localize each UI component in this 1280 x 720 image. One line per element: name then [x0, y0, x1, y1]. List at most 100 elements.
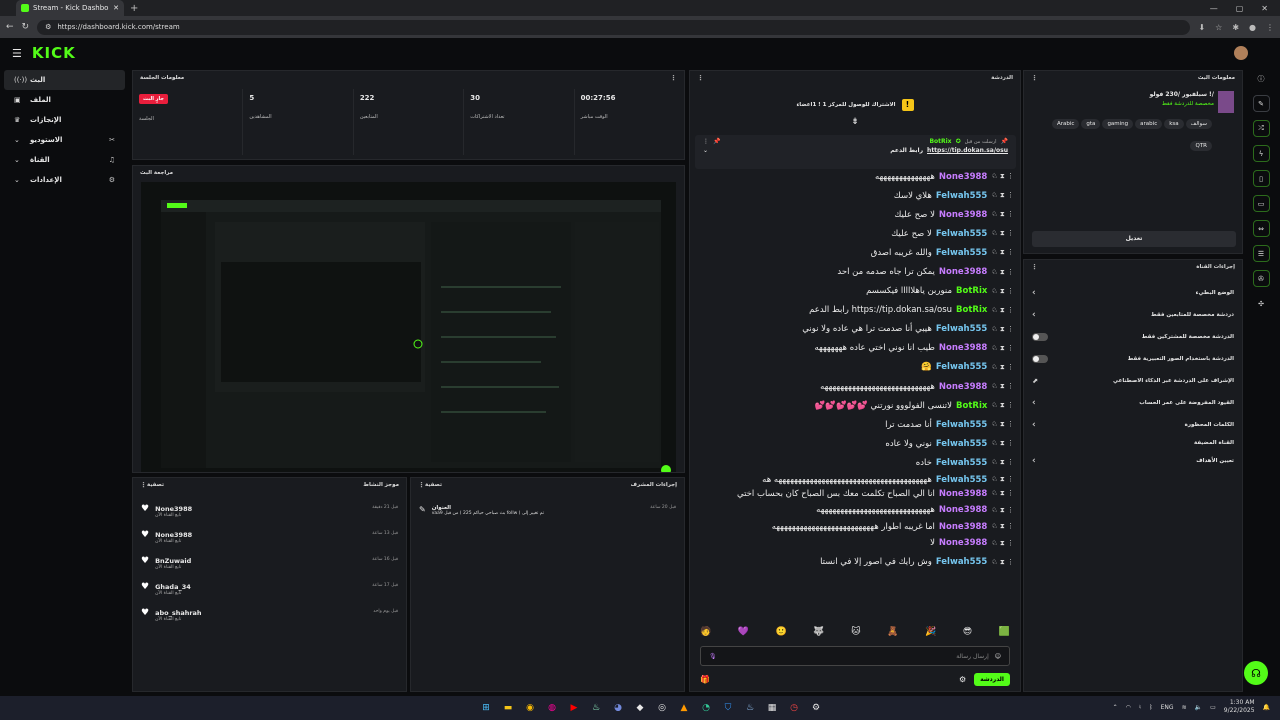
chat-username[interactable]: Felwah555 [936, 229, 988, 239]
windows-start-icon[interactable]: ⊞ [478, 700, 494, 716]
chrome-icon[interactable]: ◉ [522, 700, 538, 716]
chat-input[interactable]: 🎙 إرسال رسالة ☺ [700, 646, 1010, 666]
close-window-icon[interactable]: ✕ [1261, 4, 1268, 13]
chat-username[interactable]: Felwah555 [936, 458, 988, 468]
emote-icon[interactable]: 💜 [738, 627, 749, 641]
app-icon[interactable]: ◷ [786, 700, 802, 716]
steam-icon[interactable]: ♨ [742, 700, 758, 716]
site-info-icon[interactable]: ⚙ [45, 23, 51, 31]
chat-username[interactable]: BotRix [956, 401, 987, 411]
emote-icon[interactable]: 🐺 [813, 627, 824, 641]
more-icon[interactable]: ⋮ [140, 481, 147, 489]
bookmark-icon[interactable]: ☆ [1215, 23, 1222, 32]
emote-icon[interactable]: 😎 [963, 627, 972, 641]
file-explorer-icon[interactable]: ▬ [500, 700, 516, 716]
gear-icon[interactable]: ⚙ [959, 675, 966, 684]
emoji-icon[interactable]: ☺ [995, 653, 1001, 660]
browser-tab[interactable]: Stream - Kick Dashboard ✕ [16, 0, 124, 16]
pinned-link[interactable]: https://tip.dokan.sa/osu [927, 147, 1008, 154]
gear-icon[interactable]: ⚙ [808, 700, 824, 716]
edge-icon[interactable]: ◔ [698, 700, 714, 716]
bluetooth-icon[interactable]: ᛒ [1149, 704, 1153, 711]
wifi-icon[interactable]: ≋ [1182, 704, 1187, 711]
chat-username[interactable]: Felwah555 [936, 248, 988, 258]
mic-icon[interactable]: 🎙 [709, 653, 717, 660]
lang-indicator[interactable]: ENG [1161, 704, 1174, 711]
chat-username[interactable]: Felwah555 [936, 475, 988, 485]
battery-icon[interactable]: ▭ [1210, 704, 1216, 711]
hamburger-icon[interactable]: ☰ [12, 47, 22, 60]
network-icon[interactable]: ◠ [1126, 704, 1131, 711]
chevron-up-icon[interactable]: ⌃ [1113, 704, 1118, 711]
chat-username[interactable]: Felwah555 [936, 439, 988, 449]
back-icon[interactable]: ← [6, 22, 14, 32]
chat-username[interactable]: None3988 [939, 343, 987, 353]
stream-tag[interactable]: ksa [1164, 119, 1184, 129]
volume-icon[interactable]: 🔈 [1195, 704, 1202, 711]
sidebar-item-live[interactable]: ((·)) البث [4, 70, 125, 90]
chat-username[interactable]: None3988 [939, 505, 987, 515]
channel-action-row[interactable]: الدردشة مخصصة للمشتركين فقط [1024, 326, 1242, 348]
chevron-down-icon[interactable]: ⌄ [703, 147, 708, 154]
notification-icon[interactable]: 🔔 [1263, 704, 1270, 711]
shuffle-icon[interactable]: ⤮ [1252, 120, 1270, 137]
chat-username[interactable]: Felwah555 [936, 557, 988, 567]
pin-icon[interactable]: 📌 [713, 138, 720, 145]
app-icon[interactable]: ◍ [544, 700, 560, 716]
emote-icon[interactable]: 🙂 [776, 627, 787, 641]
stream-video[interactable] [141, 182, 676, 472]
more-icon[interactable]: ⋮ [418, 481, 425, 489]
more-icon[interactable]: ⋮ [697, 74, 704, 82]
channel-action-row[interactable]: الوضع البطيء › [1024, 282, 1242, 304]
profile-icon[interactable]: ● [1249, 23, 1256, 32]
chat-username[interactable]: Felwah555 [936, 191, 988, 201]
reload-icon[interactable]: ↻ [22, 22, 30, 32]
extensions-icon[interactable]: ✱ [1232, 23, 1239, 32]
steam-icon[interactable]: ♨ [588, 700, 604, 716]
more-icon[interactable]: ⋮ [703, 138, 709, 145]
emote-icon[interactable]: 🐱 [851, 627, 860, 641]
minimize-icon[interactable]: — [1210, 4, 1218, 13]
kick-logo[interactable]: KICK [32, 44, 76, 62]
edit-stream-button[interactable]: تعديل [1032, 231, 1236, 247]
emote-icon[interactable]: 🧸 [887, 627, 898, 641]
chat-username[interactable]: None3988 [939, 382, 987, 392]
emote-icon[interactable]: 🎉 [925, 627, 936, 641]
channel-action-row[interactable]: الدردشة باستخدام الصور التعبيرية فقط [1024, 348, 1242, 370]
chat-username[interactable]: None3988 [939, 538, 987, 548]
defender-icon[interactable]: ⛉ [720, 700, 736, 716]
tab-close-icon[interactable]: ✕ [113, 4, 119, 12]
collapse-icon[interactable]: ⇟ [690, 117, 1020, 127]
stream-category[interactable]: مخصصة للدردشة فقط [1032, 101, 1214, 107]
channel-action-row[interactable]: تعيين الأهداف › [1024, 450, 1242, 472]
toggle-switch[interactable] [1032, 355, 1048, 363]
more-icon[interactable]: ⋮ [1031, 74, 1038, 82]
gift-icon[interactable]: 🎁 [700, 675, 710, 684]
stream-tag[interactable]: QTR [1190, 141, 1212, 151]
stream-tag[interactable]: arabic [1135, 119, 1163, 129]
info-icon[interactable]: ⓘ [1253, 70, 1270, 87]
channel-action-row[interactable]: الإشراف على الدردشة عبر الذكاء الاصطناعي… [1024, 370, 1242, 392]
chat-username[interactable]: BotRix [956, 305, 987, 315]
chat-username[interactable]: None3988 [939, 267, 987, 277]
emote-icon[interactable]: 🧑 [700, 627, 711, 641]
obs-icon[interactable]: ◎ [654, 700, 670, 716]
puzzle-icon[interactable]: ✣ [1253, 295, 1270, 312]
chat-username[interactable]: BotRix [956, 286, 987, 296]
lightning-icon[interactable]: ϟ [1252, 145, 1270, 162]
send-chat-button[interactable]: الدردشة [974, 672, 1010, 686]
maximize-icon[interactable]: ▢ [1236, 4, 1244, 13]
list-icon[interactable]: ☰ [1252, 245, 1270, 262]
clock[interactable]: 1:30 AM 9/22/2025 [1224, 699, 1255, 715]
chat-bubble-icon[interactable]: ▭ [1252, 195, 1270, 212]
mic-icon[interactable]: ♮ [1139, 704, 1141, 711]
channel-action-row[interactable]: دردشة مخصصة للمتابعين فقط › [1024, 304, 1242, 326]
support-button[interactable]: ☊ [1244, 661, 1268, 685]
link-icon[interactable]: ⇔ [1252, 220, 1270, 237]
url-field[interactable]: ⚙ https://dashboard.kick.com/stream [37, 19, 1191, 35]
toggle-switch[interactable] [1032, 333, 1048, 341]
stream-tag[interactable]: gta [1081, 119, 1101, 129]
user-avatar[interactable] [1234, 46, 1248, 60]
sidebar-item-channel[interactable]: ⌄ القناة ♫ [4, 150, 125, 170]
epic-games-icon[interactable]: ◆ [632, 700, 648, 716]
